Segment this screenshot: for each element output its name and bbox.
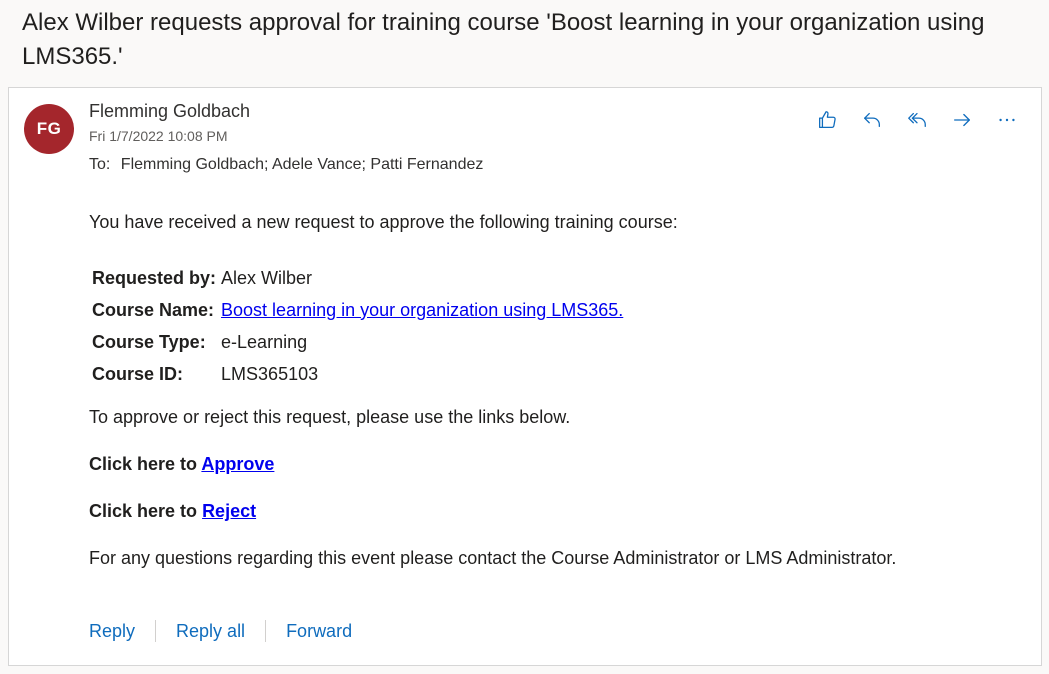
message-actions [813,106,1021,134]
divider [155,620,157,642]
course-details: Requested by: Alex Wilber Course Name: B… [92,262,623,390]
forward-icon[interactable] [948,106,976,134]
detail-row: Course Type: e-Learning [92,326,623,358]
reply-bar: Reply Reply all Forward [89,620,352,642]
click-here-text: Click here to [89,501,198,521]
to-label: To: [89,156,111,173]
requested-by-value: Alex Wilber [221,267,313,288]
detail-row: Course ID: LMS365103 [92,358,623,390]
requested-by-label: Requested by: [92,267,217,288]
approve-link[interactable]: Approve [201,454,274,474]
avatar[interactable]: FG [24,104,74,154]
course-id-value: LMS365103 [221,363,319,384]
divider [265,620,267,642]
course-name-label: Course Name: [92,299,215,320]
detail-row: Course Name: Boost learning in your orga… [92,294,623,326]
recipients-line: To: Flemming Goldbach; Adele Vance; Patt… [89,156,483,174]
message-card: FG Flemming Goldbach Fri 1/7/2022 10:08 … [8,87,1042,666]
reply-icon[interactable] [858,106,886,134]
sent-date: Fri 1/7/2022 10:08 PM [89,128,228,144]
detail-row: Requested by: Alex Wilber [92,262,623,294]
reply-all-button[interactable]: Reply all [176,621,245,642]
footer-note: For any questions regarding this event p… [89,548,897,568]
intro-text: You have received a new request to appro… [89,212,678,232]
reject-link[interactable]: Reject [202,501,256,521]
recipients[interactable]: Flemming Goldbach; Adele Vance; Patti Fe… [121,156,484,173]
click-here-text: Click here to [89,454,198,474]
reply-button[interactable]: Reply [89,621,135,642]
more-icon[interactable] [993,106,1021,134]
approve-instructions: To approve or reject this request, pleas… [89,407,571,427]
sender-name[interactable]: Flemming Goldbach [89,101,250,122]
course-id-label: Course ID: [92,363,184,384]
like-icon[interactable] [813,106,841,134]
reply-all-icon[interactable] [903,106,931,134]
approve-line: Click here to Approve [89,454,274,475]
course-type-value: e-Learning [221,331,308,352]
reject-line: Click here to Reject [89,501,256,522]
course-type-label: Course Type: [92,331,206,352]
forward-button[interactable]: Forward [286,621,352,642]
email-subject: Alex Wilber requests approval for traini… [22,9,985,70]
course-name-link[interactable]: Boost learning in your organization usin… [221,300,623,320]
